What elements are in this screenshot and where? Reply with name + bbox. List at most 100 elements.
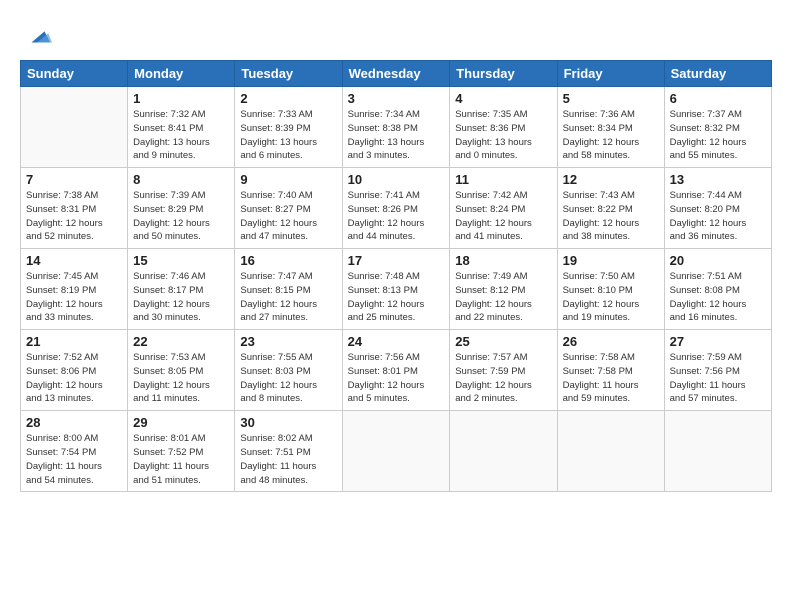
day-info: Sunrise: 8:00 AMSunset: 7:54 PMDaylight:… [26, 432, 122, 487]
day-number: 25 [455, 334, 551, 349]
day-number: 29 [133, 415, 229, 430]
calendar-cell: 25 Sunrise: 7:57 AMSunset: 7:59 PMDayligh… [450, 330, 557, 411]
col-header-tuesday: Tuesday [235, 61, 342, 87]
page-header [20, 18, 772, 50]
col-header-sunday: Sunday [21, 61, 128, 87]
day-info: Sunrise: 7:33 AMSunset: 8:39 PMDaylight:… [240, 108, 336, 163]
calendar-cell: 24 Sunrise: 7:56 AMSunset: 8:01 PMDayligh… [342, 330, 450, 411]
day-info: Sunrise: 7:53 AMSunset: 8:05 PMDaylight:… [133, 351, 229, 406]
calendar-cell: 9 Sunrise: 7:40 AMSunset: 8:27 PMDaylight… [235, 168, 342, 249]
day-number: 5 [563, 91, 659, 106]
calendar-cell: 6 Sunrise: 7:37 AMSunset: 8:32 PMDaylight… [664, 87, 771, 168]
col-header-monday: Monday [128, 61, 235, 87]
calendar-table: SundayMondayTuesdayWednesdayThursdayFrid… [20, 60, 772, 492]
calendar-header-row: SundayMondayTuesdayWednesdayThursdayFrid… [21, 61, 772, 87]
day-number: 15 [133, 253, 229, 268]
day-info: Sunrise: 7:50 AMSunset: 8:10 PMDaylight:… [563, 270, 659, 325]
col-header-saturday: Saturday [664, 61, 771, 87]
day-number: 12 [563, 172, 659, 187]
day-info: Sunrise: 7:43 AMSunset: 8:22 PMDaylight:… [563, 189, 659, 244]
calendar-cell: 11 Sunrise: 7:42 AMSunset: 8:24 PMDayligh… [450, 168, 557, 249]
day-info: Sunrise: 8:02 AMSunset: 7:51 PMDaylight:… [240, 432, 336, 487]
calendar-cell: 14 Sunrise: 7:45 AMSunset: 8:19 PMDayligh… [21, 249, 128, 330]
day-number: 3 [348, 91, 445, 106]
day-info: Sunrise: 7:48 AMSunset: 8:13 PMDaylight:… [348, 270, 445, 325]
day-info: Sunrise: 7:58 AMSunset: 7:58 PMDaylight:… [563, 351, 659, 406]
day-info: Sunrise: 7:32 AMSunset: 8:41 PMDaylight:… [133, 108, 229, 163]
day-number: 23 [240, 334, 336, 349]
logo-icon [24, 22, 52, 50]
day-number: 4 [455, 91, 551, 106]
col-header-friday: Friday [557, 61, 664, 87]
day-info: Sunrise: 7:40 AMSunset: 8:27 PMDaylight:… [240, 189, 336, 244]
logo [20, 22, 52, 50]
calendar-cell [557, 411, 664, 492]
calendar-cell [21, 87, 128, 168]
calendar-cell: 13 Sunrise: 7:44 AMSunset: 8:20 PMDayligh… [664, 168, 771, 249]
day-number: 11 [455, 172, 551, 187]
calendar-cell: 1 Sunrise: 7:32 AMSunset: 8:41 PMDaylight… [128, 87, 235, 168]
day-info: Sunrise: 7:41 AMSunset: 8:26 PMDaylight:… [348, 189, 445, 244]
day-info: Sunrise: 7:49 AMSunset: 8:12 PMDaylight:… [455, 270, 551, 325]
calendar-cell: 16 Sunrise: 7:47 AMSunset: 8:15 PMDayligh… [235, 249, 342, 330]
day-info: Sunrise: 7:47 AMSunset: 8:15 PMDaylight:… [240, 270, 336, 325]
day-number: 18 [455, 253, 551, 268]
day-info: Sunrise: 7:39 AMSunset: 8:29 PMDaylight:… [133, 189, 229, 244]
day-number: 22 [133, 334, 229, 349]
calendar-cell: 21 Sunrise: 7:52 AMSunset: 8:06 PMDayligh… [21, 330, 128, 411]
calendar-cell: 29Sunrise: 8:01 AMSunset: 7:52 PMDayligh… [128, 411, 235, 492]
day-number: 26 [563, 334, 659, 349]
calendar-cell: 4 Sunrise: 7:35 AMSunset: 8:36 PMDaylight… [450, 87, 557, 168]
day-info: Sunrise: 7:46 AMSunset: 8:17 PMDaylight:… [133, 270, 229, 325]
calendar-cell: 5 Sunrise: 7:36 AMSunset: 8:34 PMDaylight… [557, 87, 664, 168]
day-number: 7 [26, 172, 122, 187]
day-info: Sunrise: 7:36 AMSunset: 8:34 PMDaylight:… [563, 108, 659, 163]
calendar-cell: 3 Sunrise: 7:34 AMSunset: 8:38 PMDaylight… [342, 87, 450, 168]
calendar-cell: 8 Sunrise: 7:39 AMSunset: 8:29 PMDaylight… [128, 168, 235, 249]
day-number: 19 [563, 253, 659, 268]
calendar-cell: 19 Sunrise: 7:50 AMSunset: 8:10 PMDayligh… [557, 249, 664, 330]
day-info: Sunrise: 7:38 AMSunset: 8:31 PMDaylight:… [26, 189, 122, 244]
day-number: 2 [240, 91, 336, 106]
day-number: 10 [348, 172, 445, 187]
day-number: 9 [240, 172, 336, 187]
day-info: Sunrise: 7:42 AMSunset: 8:24 PMDaylight:… [455, 189, 551, 244]
calendar-cell: 26 Sunrise: 7:58 AMSunset: 7:58 PMDayligh… [557, 330, 664, 411]
day-number: 27 [670, 334, 766, 349]
day-info: Sunrise: 7:57 AMSunset: 7:59 PMDaylight:… [455, 351, 551, 406]
day-number: 24 [348, 334, 445, 349]
calendar-cell: 7 Sunrise: 7:38 AMSunset: 8:31 PMDaylight… [21, 168, 128, 249]
day-number: 21 [26, 334, 122, 349]
calendar-cell: 2 Sunrise: 7:33 AMSunset: 8:39 PMDaylight… [235, 87, 342, 168]
day-info: Sunrise: 7:37 AMSunset: 8:32 PMDaylight:… [670, 108, 766, 163]
day-info: Sunrise: 7:34 AMSunset: 8:38 PMDaylight:… [348, 108, 445, 163]
calendar-cell: 15 Sunrise: 7:46 AMSunset: 8:17 PMDayligh… [128, 249, 235, 330]
day-number: 30 [240, 415, 336, 430]
calendar-cell [450, 411, 557, 492]
day-info: Sunrise: 7:44 AMSunset: 8:20 PMDaylight:… [670, 189, 766, 244]
day-number: 16 [240, 253, 336, 268]
day-info: Sunrise: 7:52 AMSunset: 8:06 PMDaylight:… [26, 351, 122, 406]
day-number: 28 [26, 415, 122, 430]
day-number: 20 [670, 253, 766, 268]
col-header-wednesday: Wednesday [342, 61, 450, 87]
day-number: 14 [26, 253, 122, 268]
day-info: Sunrise: 7:51 AMSunset: 8:08 PMDaylight:… [670, 270, 766, 325]
day-info: Sunrise: 7:45 AMSunset: 8:19 PMDaylight:… [26, 270, 122, 325]
day-info: Sunrise: 7:56 AMSunset: 8:01 PMDaylight:… [348, 351, 445, 406]
day-number: 1 [133, 91, 229, 106]
calendar-cell: 20 Sunrise: 7:51 AMSunset: 8:08 PMDayligh… [664, 249, 771, 330]
calendar-cell: 12 Sunrise: 7:43 AMSunset: 8:22 PMDayligh… [557, 168, 664, 249]
calendar-cell: 30 Sunrise: 8:02 AMSunset: 7:51 PMDayligh… [235, 411, 342, 492]
calendar-cell: 23 Sunrise: 7:55 AMSunset: 8:03 PMDayligh… [235, 330, 342, 411]
day-info: Sunrise: 7:59 AMSunset: 7:56 PMDaylight:… [670, 351, 766, 406]
day-number: 8 [133, 172, 229, 187]
col-header-thursday: Thursday [450, 61, 557, 87]
day-number: 13 [670, 172, 766, 187]
calendar-cell: 22 Sunrise: 7:53 AMSunset: 8:05 PMDayligh… [128, 330, 235, 411]
calendar-cell [664, 411, 771, 492]
day-info: Sunrise: 7:55 AMSunset: 8:03 PMDaylight:… [240, 351, 336, 406]
day-number: 6 [670, 91, 766, 106]
calendar-cell: 17Sunrise: 7:48 AMSunset: 8:13 PMDayligh… [342, 249, 450, 330]
day-info: Sunrise: 7:35 AMSunset: 8:36 PMDaylight:… [455, 108, 551, 163]
